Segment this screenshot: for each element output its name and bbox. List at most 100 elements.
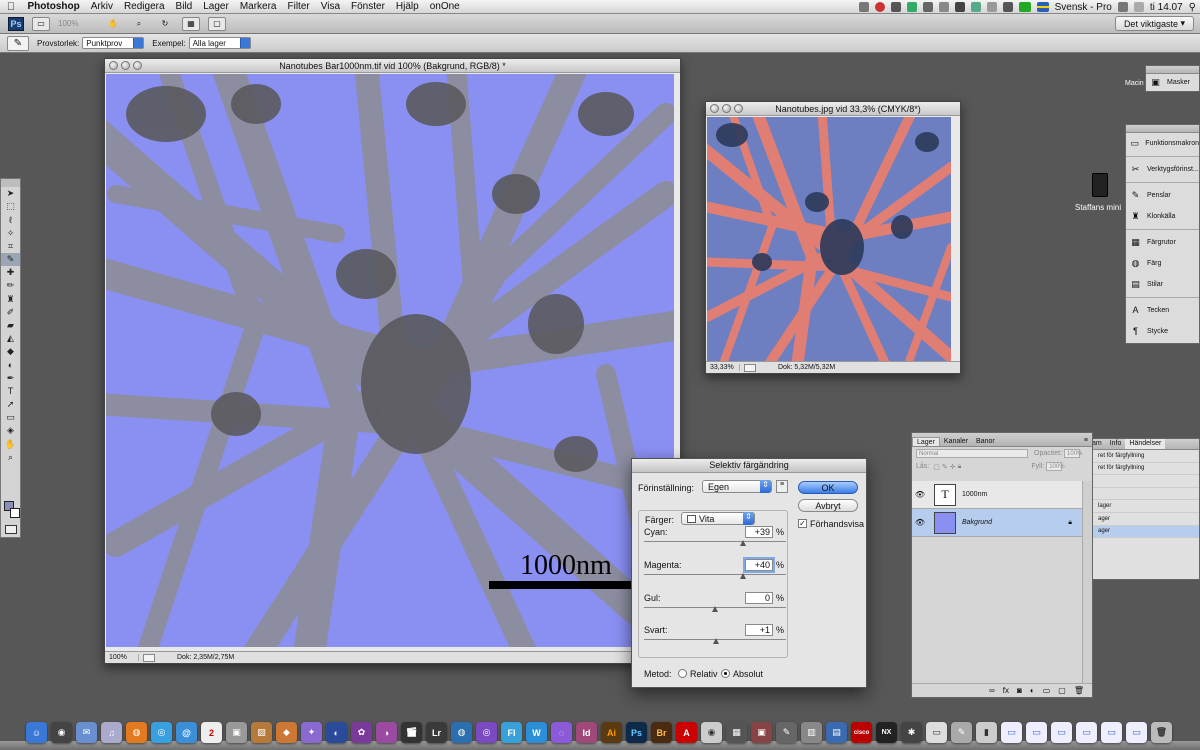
iphoto-icon[interactable]: ▨ [251,722,272,743]
dock-item-actions[interactable]: ▭ Funktionsmakron [1126,133,1199,154]
main-doc-info[interactable]: Dok: 2,35M/2,75M [159,654,234,661]
blur-tool-icon[interactable]: ◆ [1,345,20,358]
method-absolute-radio[interactable] [721,669,730,678]
status-icon[interactable] [922,2,933,12]
slider-knob[interactable] [739,540,746,546]
slider-value-field[interactable]: 0 [745,592,773,604]
bridge-icon[interactable]: Br [651,722,672,743]
dock-item-character[interactable]: A Tecken [1126,300,1199,321]
status-icon[interactable] [954,2,965,12]
status-info-icon[interactable] [143,653,155,662]
hand-tool-icon[interactable]: ✋ [1,438,20,451]
minimized-window-icon[interactable]: ▭ [1101,722,1122,743]
clone-stamp-tool-icon[interactable]: ♜ [1,293,20,306]
layer-row[interactable]: 👁︎ T 1000nm [912,481,1082,509]
minimized-window-icon[interactable]: ▭ [1026,722,1047,743]
app-icon[interactable]: ▤ [826,722,847,743]
healing-brush-tool-icon[interactable]: ✚ [1,266,20,279]
indesign-icon[interactable]: Id [576,722,597,743]
mail-icon[interactable]: ✉ [76,722,97,743]
zoom-button[interactable] [734,104,743,113]
app-icon[interactable]: ◑ [376,722,397,743]
history-item[interactable]: ret för färgfyllning [1088,450,1199,463]
minimize-button[interactable] [121,61,130,70]
history-item[interactable]: ret för färgfyllning [1088,463,1199,476]
type-tool-icon[interactable]: T [1,385,20,398]
pen-tool-icon[interactable]: ✒ [1,372,20,385]
apple-icon[interactable]:  [0,1,22,13]
close-button[interactable] [109,61,118,70]
main-zoom-field[interactable]: 100% [105,654,139,661]
add-mask-icon[interactable]: ◙ [1017,686,1022,695]
preview-app-icon[interactable]: ▣ [226,722,247,743]
app-icon[interactable]: ✎ [776,722,797,743]
tab-layers[interactable]: Lager [912,437,940,446]
app-icon[interactable]: W [526,722,547,743]
shape-tool-icon[interactable]: ▭ [1,411,20,424]
screen-mode-button[interactable]: ▢ [208,16,226,31]
tab-paths[interactable]: Banor [972,437,999,446]
photoshop-icon[interactable]: Ps [626,722,647,743]
preset-options-icon[interactable]: ≡ [776,480,788,493]
app-icon[interactable]: ◉ [701,722,722,743]
dock-item-tool-presets[interactable]: ✂ Verktygsförinst... [1126,159,1199,180]
colors-select[interactable]: Vita [681,512,755,525]
menu-app[interactable]: Photoshop [22,1,85,12]
nanotubes-cmyk-canvas[interactable] [707,117,951,363]
menu-fonster[interactable]: Fönster [346,1,391,12]
dock-item-masker[interactable]: ▣ Masker [1146,74,1199,91]
app-icon[interactable]: Fl [501,722,522,743]
minimized-window-icon[interactable]: ▭ [1051,722,1072,743]
app-icon[interactable]: ✦ [301,722,322,743]
zoom-button[interactable] [133,61,142,70]
second-document-titlebar[interactable]: Nanotubes.jpg vid 33,3% (CMYK/8*) [706,102,960,116]
menu-onone[interactable]: onOne [424,1,465,12]
cancel-button[interactable]: Avbryt [798,499,858,512]
minimized-window-icon[interactable]: ▭ [1126,722,1147,743]
status-icon[interactable] [1133,2,1144,12]
slider-track[interactable] [644,541,786,542]
menu-redigera[interactable]: Redigera [118,1,170,12]
app-icon[interactable]: ◌ [551,722,572,743]
tab-info[interactable]: Info [1106,439,1126,449]
dock-item-color[interactable]: ◍ Färg [1126,253,1199,274]
menu-filter[interactable]: Filter [282,1,315,12]
lock-all-icon[interactable]: 🔒︎ [958,463,962,471]
history-item[interactable]: ager [1088,513,1199,526]
status-info-icon[interactable] [744,363,756,372]
preset-select[interactable]: Egen [702,480,772,493]
menu-hjalp[interactable]: Hjälp [390,1,424,12]
app-icon[interactable]: ▦ [726,722,747,743]
panel-header[interactable] [1146,66,1199,74]
illustrator-icon[interactable]: Ai [601,722,622,743]
slider-knob[interactable] [740,573,747,579]
slider-knob[interactable] [712,606,718,612]
dock-item-styles[interactable]: ▤ Stilar [1126,274,1199,295]
firefox-icon[interactable]: ◍ [126,722,147,743]
tab-channels[interactable]: Kanaler [940,437,972,446]
menu-visa[interactable]: Visa [315,1,345,12]
sample-select[interactable]: Alla lager [188,37,251,49]
status-icon[interactable] [858,2,869,12]
status-icon[interactable] [938,2,949,12]
method-relative-radio[interactable] [678,669,687,678]
lock-position-icon[interactable]: ✛ [950,463,956,471]
sample-size-select[interactable]: Punktprov [82,37,145,49]
nx-icon[interactable]: NX [876,722,897,743]
app-icon[interactable]: ◐ [326,722,347,743]
background-color-swatch[interactable] [10,508,20,518]
slider-track[interactable] [644,574,786,575]
close-button[interactable] [710,104,719,113]
final-cut-icon[interactable]: 🎬︎ [401,722,422,743]
status-icon[interactable] [890,2,901,12]
dialog-title[interactable]: Selektiv färgändring [632,459,866,473]
zoom-tool-icon[interactable]: ⌕ [130,17,148,31]
visibility-eye-icon[interactable]: 👁︎ [912,490,928,499]
minimized-window-icon[interactable]: ▭ [1076,722,1097,743]
workspace-switcher[interactable]: Det viktigaste ▾ [1114,16,1194,31]
nanotubes-image-canvas[interactable]: 1000nm [106,74,674,647]
app-icon[interactable]: ◎ [476,722,497,743]
eraser-tool-icon[interactable]: ▰ [1,319,20,332]
second-zoom-field[interactable]: 33,33% [706,364,740,371]
app-icon[interactable]: ▣ [751,722,772,743]
